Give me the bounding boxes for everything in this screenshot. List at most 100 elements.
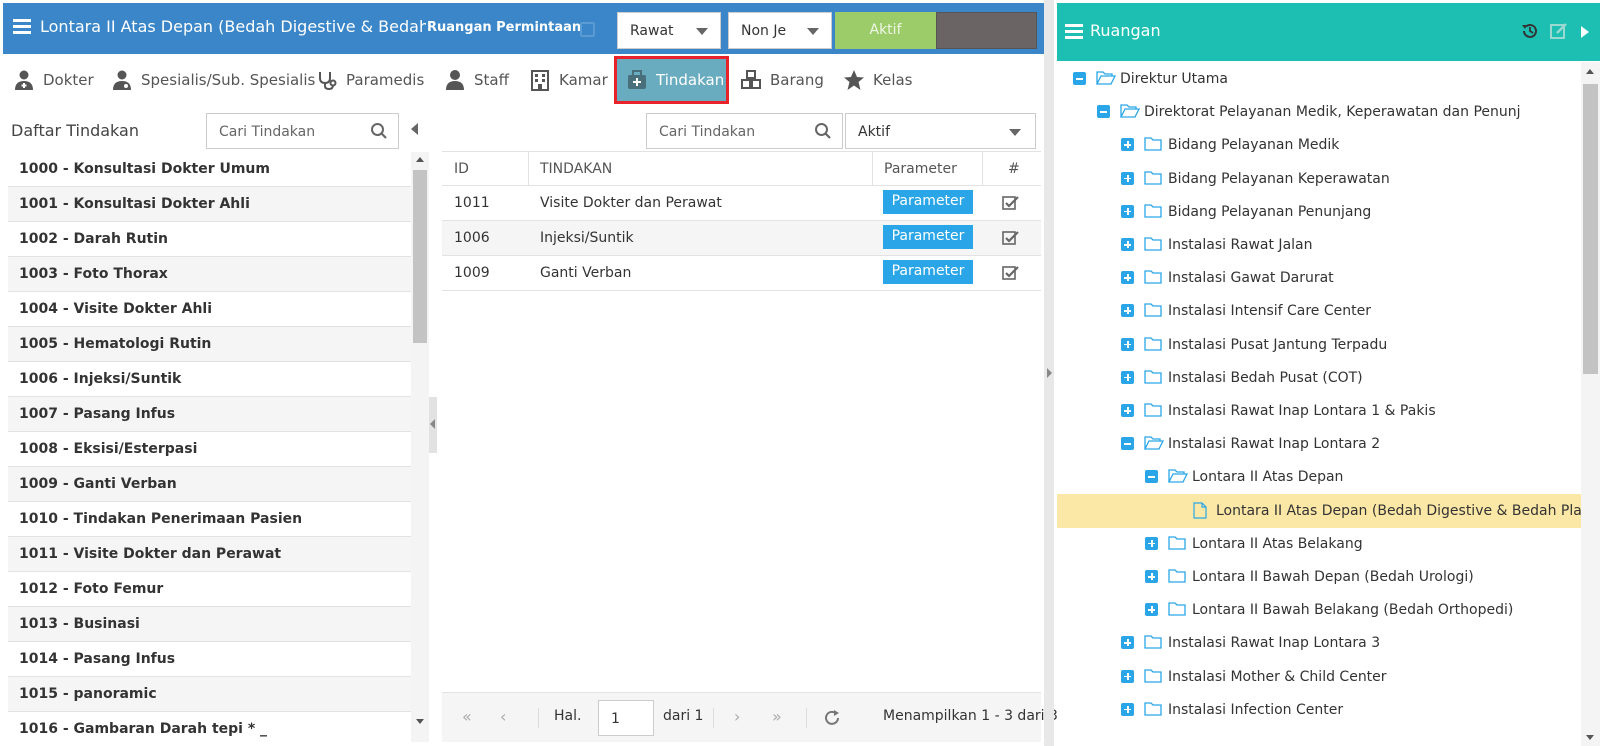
expand-icon[interactable] [1121,702,1134,716]
tree-node[interactable]: Instalasi Gawat Darurat [1057,261,1581,295]
last-page-icon[interactable]: » [772,707,782,726]
page-input[interactable]: 1 [598,700,654,736]
tree-node[interactable]: Bidang Pelayanan Penunjang [1057,195,1581,229]
search-tindakan-grid[interactable]: Cari Tindakan [646,113,843,149]
list-item[interactable]: 1010 - Tindakan Penerimaan Pasien [8,502,411,537]
tab-kelas[interactable]: Kelas [843,56,913,103]
expand-icon[interactable] [1121,238,1134,251]
expand-icon[interactable] [1121,271,1134,285]
chevron-right-icon[interactable] [1580,24,1590,40]
prev-page-icon[interactable]: ‹ [500,707,506,726]
collapse-icon[interactable] [1073,72,1086,85]
list-item[interactable]: 1012 - Foto Femur [8,572,411,607]
next-page-icon[interactable]: › [734,707,740,726]
scroll-up-icon[interactable] [416,157,424,162]
expand-icon[interactable] [1121,171,1134,185]
parameter-button[interactable]: Parameter [883,260,973,284]
parameter-button[interactable]: Parameter [883,225,973,249]
table-row[interactable]: 1006 Injeksi/Suntik Parameter [442,221,1041,256]
tree-scrollbar[interactable] [1581,62,1600,746]
collapse-icon[interactable] [1121,437,1134,451]
tree-node[interactable]: Instalasi Rawat Inap Lontara 1 & Pakis [1057,394,1581,428]
scroll-down-icon[interactable] [416,719,424,724]
tree-node[interactable]: Direktorat Pelayanan Medik, Keperawatan … [1057,95,1581,129]
check-square-icon[interactable] [1002,230,1020,246]
expand-icon[interactable] [1145,570,1158,583]
expand-icon[interactable] [1121,669,1134,683]
list-item[interactable]: 1006 - Injeksi/Suntik [8,362,411,397]
list-item[interactable]: 1011 - Visite Dokter dan Perawat [8,537,411,572]
list-item[interactable]: 1000 - Konsultasi Dokter Umum [8,152,411,187]
refresh-icon[interactable] [823,709,841,727]
expand-icon[interactable] [1121,404,1134,417]
check-square-icon[interactable] [1002,265,1020,281]
tab-dokter[interactable]: Dokter [13,56,94,103]
list-scrollbar[interactable] [411,152,429,742]
expand-icon[interactable] [1145,603,1158,617]
scroll-thumb[interactable] [413,170,427,343]
list-item[interactable]: 1005 - Hematologi Rutin [8,327,411,362]
tree-node[interactable]: Lontara II Bawah Depan (Bedah Urologi) [1057,560,1581,594]
check-square-icon[interactable] [1002,195,1020,211]
expand-icon[interactable] [1121,204,1134,218]
list-item[interactable]: 1016 - Gambaran Darah tepi * _ [8,712,411,742]
edit-icon[interactable] [1549,22,1568,40]
scroll-down-icon[interactable] [1586,735,1594,740]
tree-node[interactable]: Instalasi Rawat Inap Lontara 2 [1057,427,1581,461]
aktif-button[interactable]: Aktif [835,12,936,49]
ruangan-permintaan-checkbox[interactable] [580,22,595,37]
scroll-up-icon[interactable] [1586,69,1594,74]
list-item[interactable]: 1002 - Darah Rutin [8,222,411,257]
table-row[interactable]: 1009 Ganti Verban Parameter [442,256,1041,291]
list-item[interactable]: 1014 - Pasang Infus [8,642,411,677]
list-item[interactable]: 1001 - Konsultasi Dokter Ahli [8,187,411,222]
tree-node[interactable]: Bidang Pelayanan Keperawatan [1057,162,1581,196]
expand-icon[interactable] [1121,370,1134,384]
tab-paramedis[interactable]: Paramedis [316,56,424,103]
col-id[interactable]: ID [454,152,469,186]
expand-icon[interactable] [1145,536,1158,550]
list-item[interactable]: 1007 - Pasang Infus [8,397,411,432]
tree-node[interactable]: Instalasi Intensif Care Center [1057,294,1581,328]
history-icon[interactable] [1521,22,1539,40]
tab-tindakan[interactable]: Tindakan [614,56,729,104]
collapse-icon[interactable] [1097,105,1110,119]
expand-icon[interactable] [1121,304,1134,318]
list-item[interactable]: 1015 - panoramic [8,677,411,712]
tree-node[interactable]: Bidang Pelayanan Medik [1057,128,1581,162]
tree-node[interactable]: Instalasi Infection Center [1057,693,1581,727]
tree-node[interactable]: Instalasi Rawat Jalan [1057,228,1581,262]
tree-node[interactable]: Lontara II Atas Belakang [1057,527,1581,561]
expand-icon[interactable] [1121,138,1134,152]
scroll-thumb[interactable] [1583,84,1598,374]
col-parameter[interactable]: Parameter [884,152,957,186]
tree-node[interactable]: Instalasi Mother & Child Center [1057,660,1581,694]
expand-icon[interactable] [1121,636,1134,650]
tree-node[interactable]: Instalasi Pusat Jantung Terpadu [1057,328,1581,362]
tree-node[interactable]: Direktur Utama [1057,62,1581,96]
jenis-select[interactable]: Non Je [728,12,832,49]
nonaktif-button[interactable] [936,12,1037,49]
tree-node[interactable]: Lontara II Atas Depan [1057,460,1581,494]
tree-node[interactable]: Instalasi Bedah Pusat (COT) [1057,361,1581,395]
tree-node[interactable]: Lontara II Atas Depan (Bedah Digestive &… [1057,493,1581,528]
tab-spesialis[interactable]: Spesialis/Sub. Spesialis [111,56,315,103]
col-action[interactable]: # [1008,152,1020,186]
tab-kamar[interactable]: Kamar [529,56,608,103]
col-tindakan[interactable]: TINDAKAN [540,152,612,186]
ruangan-splitter[interactable] [1044,0,1054,746]
status-select[interactable]: Aktif [845,113,1036,149]
tree-node[interactable]: Lontara II Bawah Belakang (Bedah Orthope… [1057,593,1581,627]
list-item[interactable]: 1013 - Businasi [8,607,411,642]
table-row[interactable]: 1011 Visite Dokter dan Perawat Parameter [442,186,1041,221]
parameter-button[interactable]: Parameter [883,190,973,214]
list-item[interactable]: 1009 - Ganti Verban [8,467,411,502]
expand-icon[interactable] [1121,337,1134,351]
collapse-icon[interactable] [1145,470,1158,484]
tab-barang[interactable]: Barang [740,56,824,103]
list-item[interactable]: 1004 - Visite Dokter Ahli [8,292,411,327]
panel-splitter[interactable] [429,397,437,453]
tree-node[interactable]: Instalasi Rawat Inap Lontara 3 [1057,626,1581,660]
search-tindakan-left[interactable]: Cari Tindakan [206,113,399,149]
rawat-select[interactable]: Rawat [617,12,721,49]
